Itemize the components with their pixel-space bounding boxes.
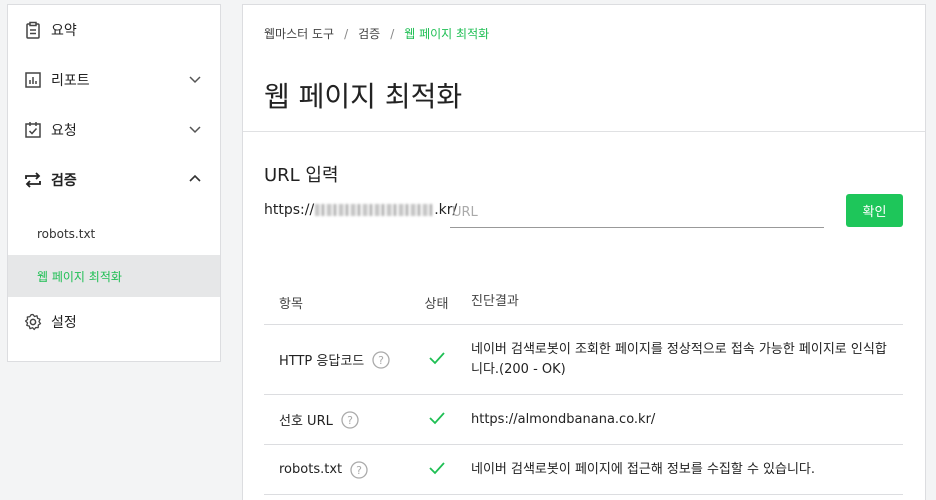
sidebar-item-label: 설정 — [51, 315, 77, 331]
sidebar-item-label: 요청 — [51, 123, 77, 139]
redacted-domain — [315, 204, 434, 216]
chevron-up-icon — [188, 172, 202, 186]
diagnosis-table: 항목 상태 진단결과 HTTP 응답코드 ? 네이버 검색로봇이 조회한 페이지… — [264, 280, 903, 495]
row-item-label: robots.txt — [279, 462, 343, 477]
svg-text:?: ? — [347, 414, 353, 427]
row-status — [402, 411, 471, 429]
svg-text:?: ? — [356, 464, 362, 477]
chevron-down-icon — [188, 72, 202, 86]
clipboard-icon — [24, 21, 42, 39]
help-icon[interactable]: ? — [341, 410, 359, 429]
row-result: 네이버 검색로봇이 페이지에 접근해 정보를 수집할 수 있습니다. — [471, 461, 816, 477]
row-result: https://almondbanana.co.kr/ — [471, 411, 656, 427]
row-result: 네이버 검색로봇이 조회한 페이지를 정상적으로 접속 가능한 페이지로 인식합… — [471, 341, 887, 377]
check-icon — [428, 411, 446, 429]
divider — [243, 131, 925, 132]
breadcrumb-separator: / — [344, 26, 349, 41]
sidebar-item-request[interactable]: 요청 — [8, 105, 220, 155]
url-input[interactable] — [450, 198, 824, 228]
check-icon — [428, 461, 446, 479]
row-item: 선호 URL ? — [264, 410, 402, 429]
breadcrumb-separator: / — [390, 26, 395, 41]
url-prefix: https:// .kr/ — [264, 202, 457, 218]
breadcrumb-current: 웹 페이지 최적화 — [404, 27, 490, 41]
breadcrumb-item[interactable]: 웹마스터 도구 — [264, 25, 334, 42]
sidebar-item-label: 검증 — [51, 173, 77, 189]
breadcrumb: 웹마스터 도구 / 검증 / 웹 페이지 최적화 — [264, 25, 489, 42]
check-icon — [428, 351, 446, 369]
sidebar-item-report[interactable]: 리포트 — [8, 55, 220, 105]
main-panel: 웹마스터 도구 / 검증 / 웹 페이지 최적화 웹 페이지 최적화 URL 입… — [242, 4, 926, 500]
row-item-label: HTTP 응답코드 — [279, 354, 365, 369]
sidebar-subitem-web-optimization[interactable]: 웹 페이지 최적화 — [8, 255, 220, 297]
url-prefix-scheme: https:// — [264, 202, 315, 218]
chevron-down-icon — [188, 122, 202, 136]
column-header-result: 진단결과 — [471, 294, 519, 309]
sidebar-item-label: 요약 — [51, 23, 77, 39]
row-item: robots.txt ? — [264, 460, 402, 479]
svg-text:?: ? — [378, 354, 384, 367]
column-header-item: 항목 — [279, 296, 303, 312]
row-item: HTTP 응답코드 ? — [264, 350, 402, 369]
sidebar-item-summary[interactable]: 요약 — [8, 5, 220, 55]
table-row: robots.txt ? 네이버 검색로봇이 페이지에 접근해 정보를 수집할 … — [264, 445, 903, 495]
checklist-icon — [24, 121, 42, 139]
page-title: 웹 페이지 최적화 — [264, 80, 463, 113]
sidebar-item-verify[interactable]: 검증 — [8, 155, 220, 205]
help-icon[interactable]: ? — [372, 350, 390, 369]
row-item-label: 선호 URL — [279, 414, 333, 429]
table-row: HTTP 응답코드 ? 네이버 검색로봇이 조회한 페이지를 정상적으로 접속 … — [264, 325, 903, 395]
table-row: 선호 URL ? https://almondbanana.co.kr/ — [264, 395, 903, 445]
help-icon[interactable]: ? — [350, 460, 368, 479]
table-header: 항목 상태 진단결과 — [264, 280, 903, 325]
repeat-arrows-icon — [24, 171, 42, 189]
sidebar: 요약 리포트 요청 검증 robots.txt 웹 페이지 최적화 설정 — [7, 4, 221, 362]
breadcrumb-item[interactable]: 검증 — [358, 25, 380, 42]
gear-icon — [24, 313, 42, 331]
row-status — [402, 351, 471, 369]
sidebar-item-settings[interactable]: 설정 — [8, 297, 220, 347]
confirm-button[interactable]: 확인 — [846, 194, 903, 227]
sidebar-subitem-robots[interactable]: robots.txt — [8, 213, 220, 255]
sidebar-item-label: 리포트 — [51, 73, 90, 89]
column-header-status: 상태 — [424, 296, 449, 312]
bar-chart-icon — [24, 71, 42, 89]
url-section-title: URL 입력 — [264, 165, 339, 186]
row-status — [402, 461, 471, 479]
